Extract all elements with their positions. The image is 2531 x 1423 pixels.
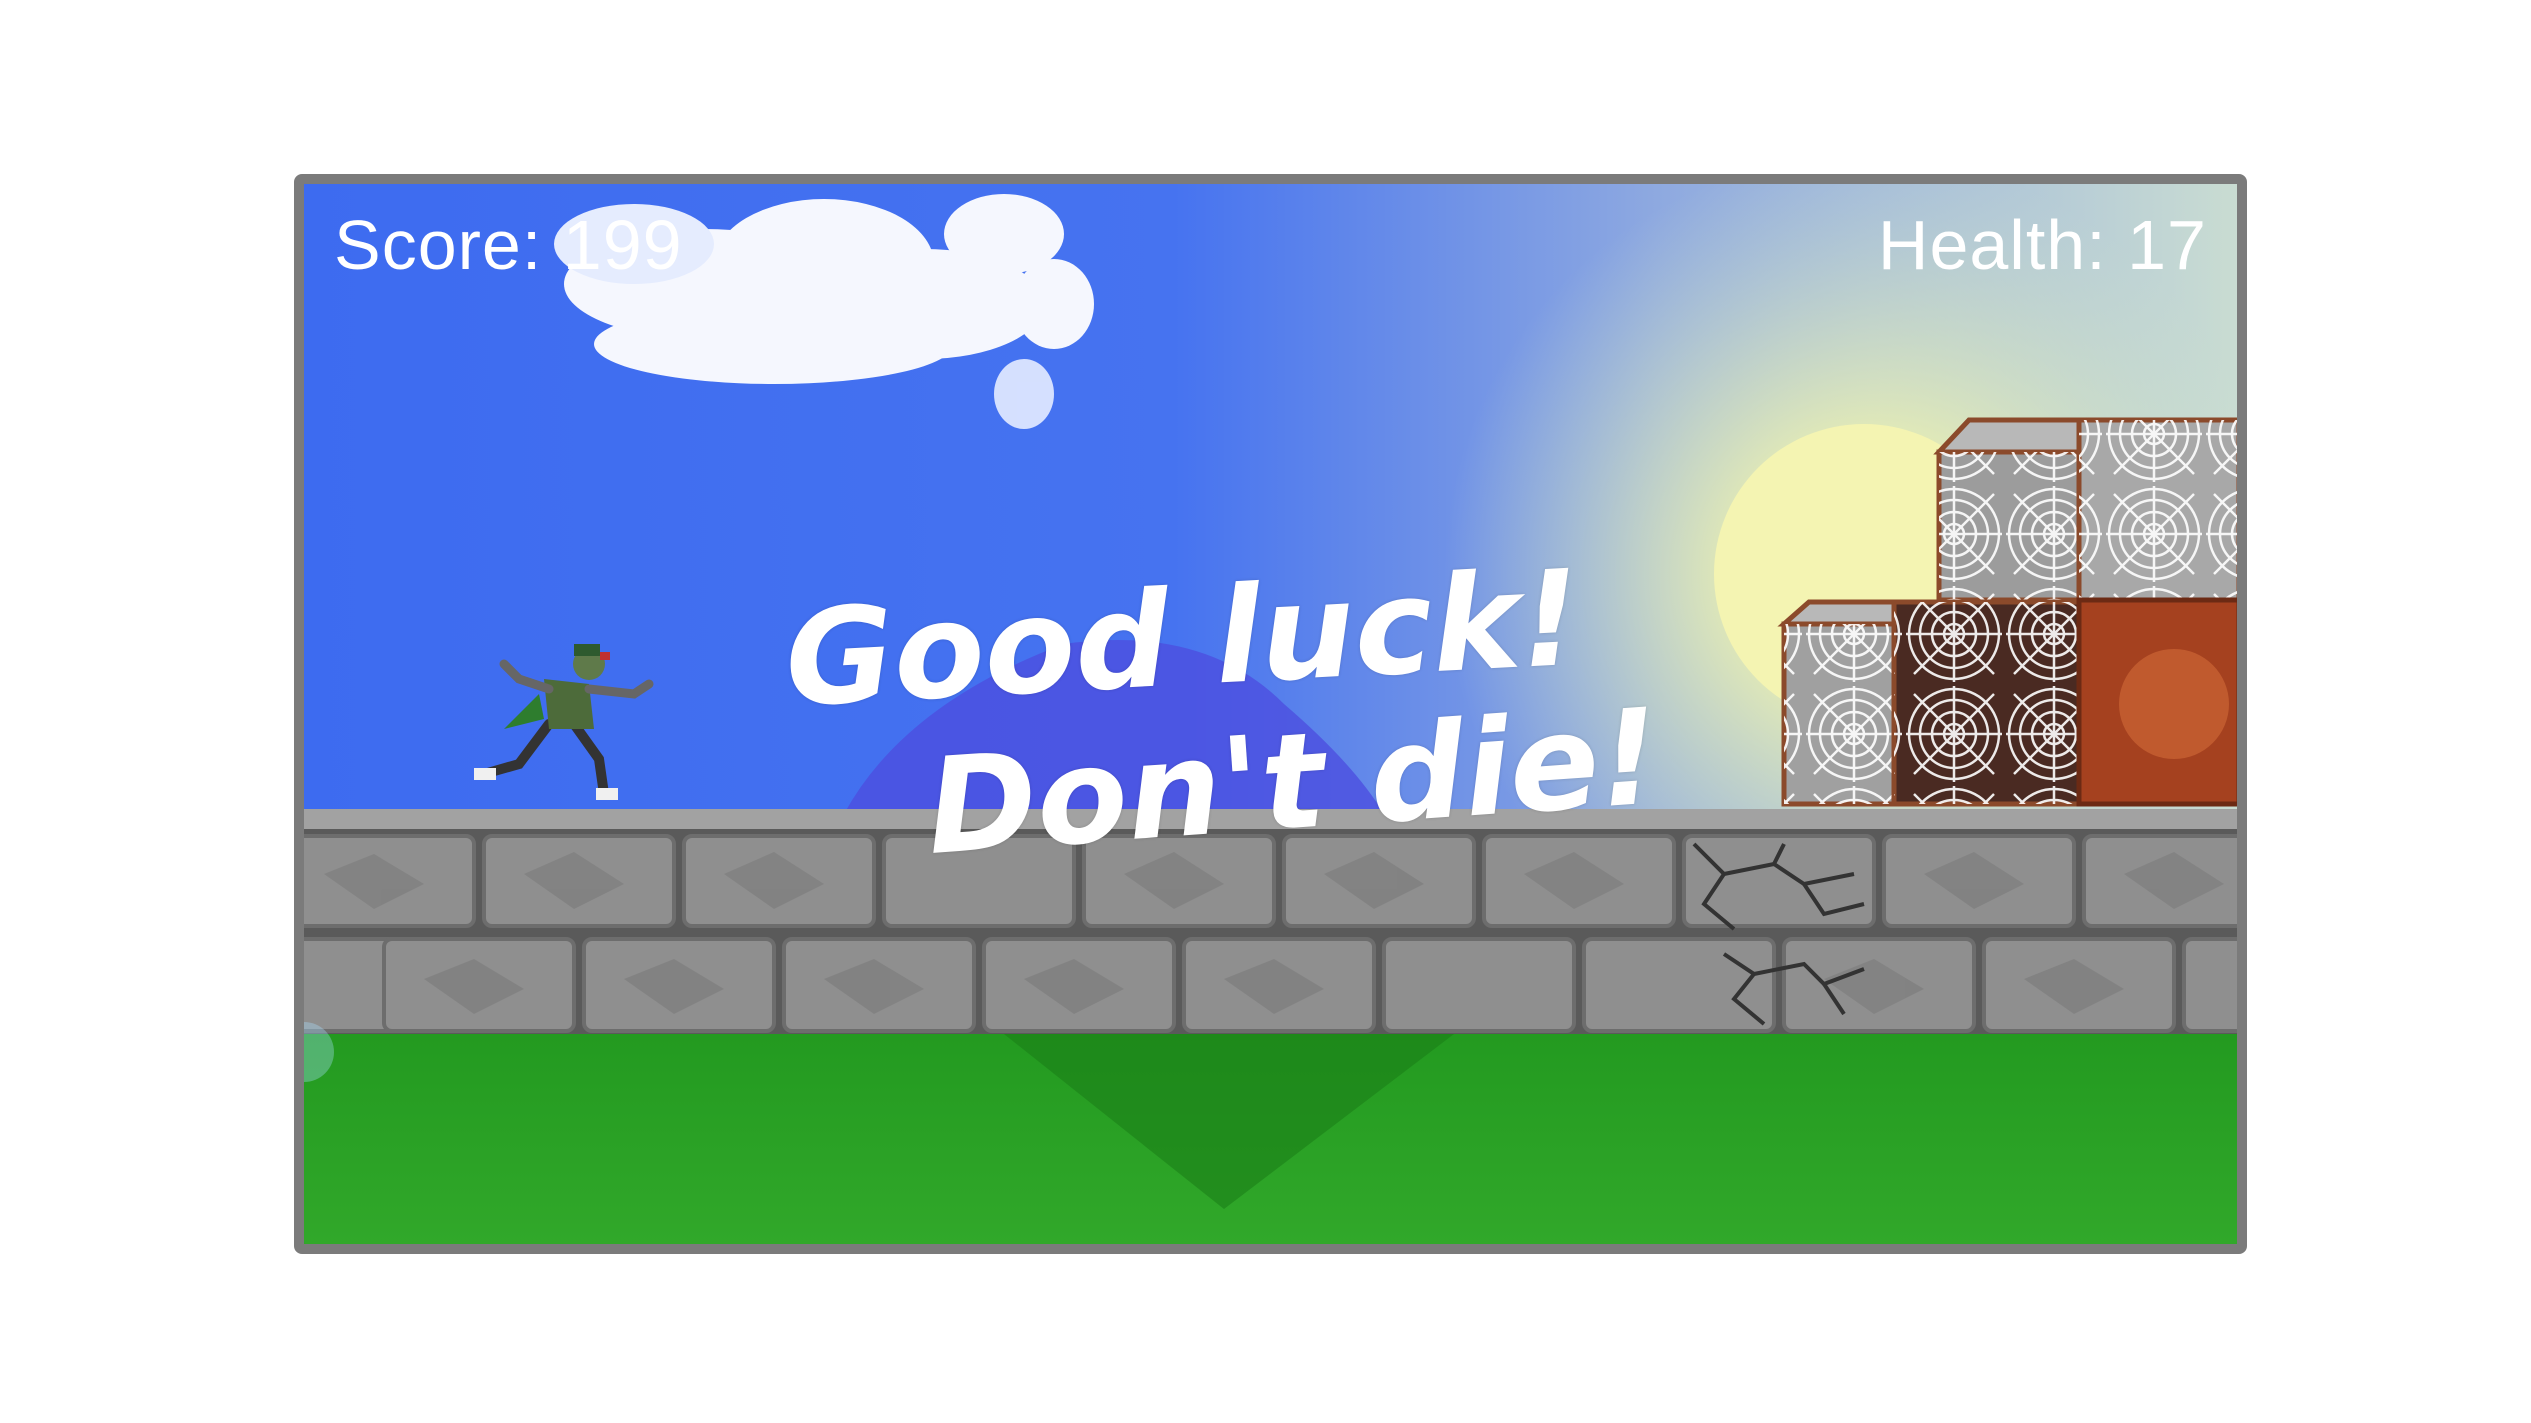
score-label: Score: 199 bbox=[334, 206, 683, 284]
crate-wood bbox=[2076, 597, 2237, 807]
crate-web-2 bbox=[2076, 417, 2237, 603]
health-label: Health: 17 bbox=[1877, 206, 2207, 284]
game-viewport[interactable]: Score: 199 Health: 17 Good luck! Don't d… bbox=[294, 174, 2247, 1254]
crate-web-4 bbox=[1891, 599, 2082, 807]
